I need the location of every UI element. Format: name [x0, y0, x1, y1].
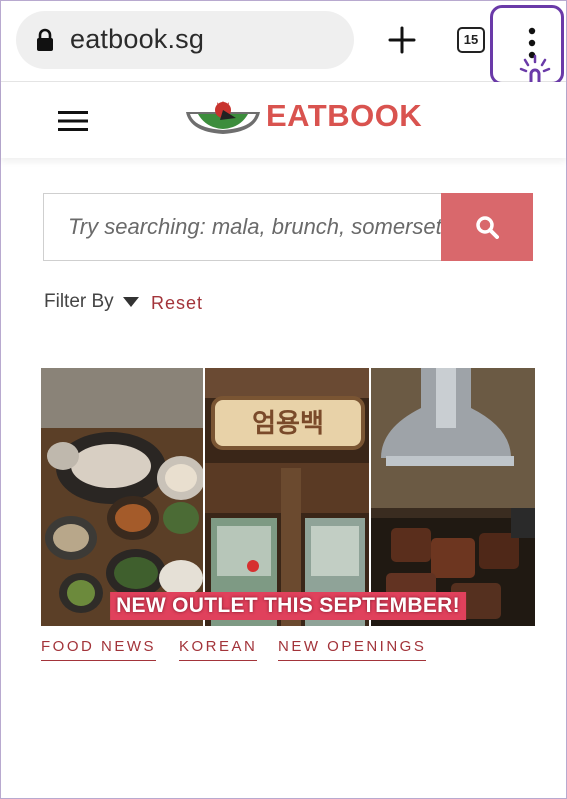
- search-button[interactable]: [441, 193, 533, 261]
- reset-link[interactable]: Reset: [151, 293, 203, 314]
- tag-korean[interactable]: KOREAN: [179, 638, 258, 661]
- plus-icon[interactable]: [387, 25, 417, 55]
- image-banner-text: NEW OUTLET THIS SEPTEMBER!: [110, 592, 466, 620]
- article-feature-image[interactable]: 엄용백 NEW OUTLET THIS SEPTEMBER!: [41, 368, 535, 626]
- site-header: EATBOOK: [1, 82, 566, 158]
- hamburger-menu-icon[interactable]: [58, 110, 88, 132]
- logo-text[interactable]: EATBOOK: [266, 98, 422, 134]
- tag-food-news[interactable]: FOOD NEWS: [41, 638, 156, 661]
- caret-down-icon[interactable]: [123, 297, 139, 307]
- sign-board: 엄용백: [252, 409, 324, 439]
- filter-by-dropdown[interactable]: Filter By: [44, 291, 114, 313]
- sign-text: 엄용백: [252, 409, 324, 439]
- tab-count: 15: [463, 32, 479, 47]
- address-bar[interactable]: eatbook.sg: [16, 11, 354, 69]
- search-icon: [476, 216, 499, 239]
- tag-new-openings[interactable]: NEW OPENINGS: [278, 638, 427, 661]
- tabs-icon[interactable]: 15: [457, 27, 485, 53]
- eatbook-logo-bowl-icon[interactable]: [184, 98, 262, 138]
- browser-toolbar: eatbook.sg 15: [1, 1, 566, 82]
- search-placeholder: Try searching: mala, brunch, somerset..: [68, 214, 454, 239]
- lock-icon: [37, 28, 53, 51]
- url-text: eatbook.sg: [70, 24, 205, 54]
- search-input[interactable]: Try searching: mala, brunch, somerset..: [43, 193, 454, 261]
